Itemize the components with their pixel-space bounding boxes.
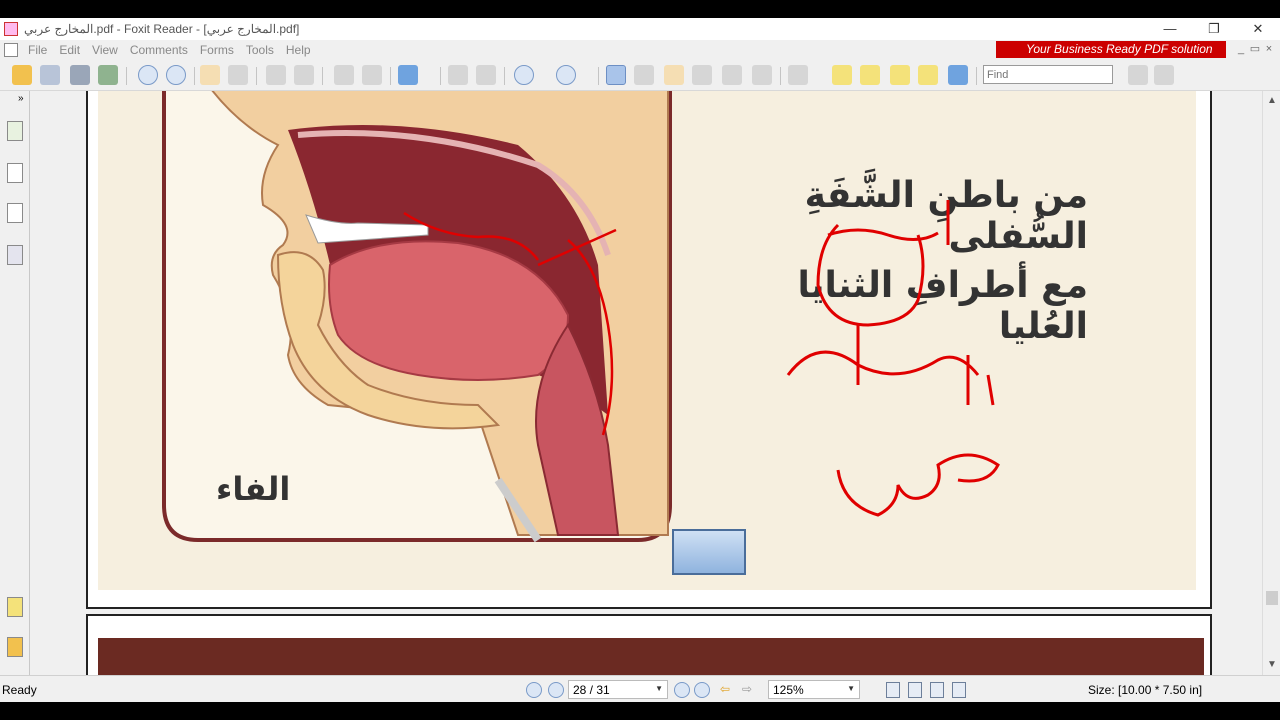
title-bar: المخارج عربي.pdf - Foxit Reader - [المخا… bbox=[0, 18, 1280, 40]
paperclip-icon[interactable] bbox=[7, 637, 23, 657]
fit-page-icon[interactable] bbox=[448, 65, 468, 85]
foxit-app-icon bbox=[4, 22, 18, 36]
typewriter-icon[interactable] bbox=[722, 65, 742, 85]
close-button[interactable]: ✕ bbox=[1236, 18, 1280, 40]
hand-tool-icon[interactable] bbox=[606, 65, 626, 85]
next-page-status-icon[interactable] bbox=[674, 682, 690, 698]
menu-view[interactable]: View bbox=[86, 43, 124, 57]
continuous-facing-layout-icon[interactable] bbox=[952, 682, 966, 698]
select-text-icon[interactable] bbox=[634, 65, 654, 85]
page-number-field[interactable]: 28 / 31 ▼ bbox=[568, 680, 668, 699]
doc-minimize-icon[interactable]: _ bbox=[1234, 40, 1248, 59]
single-page-layout-icon[interactable] bbox=[886, 682, 900, 698]
document-icon bbox=[4, 42, 18, 57]
pencil-annotate-icon[interactable] bbox=[832, 65, 852, 85]
continuous-layout-icon[interactable] bbox=[908, 682, 922, 698]
page-size-text: Size: [10.00 * 7.50 in] bbox=[1088, 683, 1203, 697]
document-viewer[interactable]: الفاء من باطنِ الشَّفَةِ السُّفلى مع أطر… bbox=[30, 91, 1262, 675]
page-29-header-band bbox=[98, 638, 1204, 675]
zoom-value: 125% bbox=[773, 683, 804, 697]
binoculars-search-icon[interactable] bbox=[692, 65, 712, 85]
doc-restore-icon[interactable]: ▭ bbox=[1248, 40, 1262, 59]
arrow-tool-icon[interactable] bbox=[948, 65, 968, 85]
find-next-icon[interactable] bbox=[1154, 65, 1174, 85]
window-title: المخارج عربي.pdf - Foxit Reader - [المخا… bbox=[24, 22, 300, 36]
print-icon[interactable] bbox=[70, 65, 90, 85]
form-tool-icon[interactable] bbox=[788, 65, 808, 85]
first-page-icon[interactable] bbox=[526, 682, 542, 698]
menu-forms[interactable]: Forms bbox=[194, 43, 240, 57]
snapshot-camera-icon[interactable] bbox=[752, 65, 772, 85]
scroll-down-icon[interactable]: ▼ bbox=[1267, 659, 1277, 670]
scroll-up-icon[interactable]: ▲ bbox=[1267, 95, 1277, 106]
last-page-icon[interactable] bbox=[694, 682, 710, 698]
video-letterbox-bottom bbox=[0, 702, 1280, 720]
scrollbar-thumb[interactable] bbox=[1266, 591, 1278, 605]
window-controls: — ❐ ✕ bbox=[1148, 18, 1280, 40]
chevron-down-icon[interactable]: ▼ bbox=[655, 684, 663, 693]
redo-icon[interactable] bbox=[362, 65, 382, 85]
menu-tools[interactable]: Tools bbox=[240, 43, 280, 57]
back-arrow-icon[interactable]: ⇦ bbox=[720, 682, 730, 696]
undo-icon[interactable] bbox=[334, 65, 354, 85]
pdf-page-29 bbox=[86, 614, 1212, 675]
menu-help[interactable]: Help bbox=[280, 43, 317, 57]
minimize-button[interactable]: — bbox=[1148, 18, 1192, 40]
note-edit-icon[interactable] bbox=[860, 65, 880, 85]
page-background: الفاء من باطنِ الشَّفَةِ السُّفلى مع أطر… bbox=[98, 91, 1196, 590]
save-icon[interactable] bbox=[40, 65, 60, 85]
promo-banner[interactable]: Your Business Ready PDF solution bbox=[996, 41, 1226, 58]
vertical-scrollbar[interactable]: ▲ ▼ bbox=[1262, 91, 1280, 675]
menu-edit[interactable]: Edit bbox=[53, 43, 86, 57]
menu-file[interactable]: File bbox=[22, 43, 53, 57]
zoom-out-icon[interactable] bbox=[514, 65, 534, 85]
page-embedded-button[interactable] bbox=[672, 529, 746, 575]
zoom-plus-icon[interactable] bbox=[556, 65, 576, 85]
zoom-in-tool-icon[interactable] bbox=[398, 65, 418, 85]
expand-panel-icon[interactable]: » bbox=[18, 93, 24, 104]
pdf-page-28: الفاء من باطنِ الشَّفَةِ السُّفلى مع أطر… bbox=[86, 91, 1212, 609]
find-previous-icon[interactable] bbox=[1128, 65, 1148, 85]
email-icon[interactable] bbox=[98, 65, 118, 85]
video-letterbox-top bbox=[0, 0, 1280, 18]
layers-icon[interactable] bbox=[7, 203, 23, 223]
next-page-icon[interactable] bbox=[166, 65, 186, 85]
fit-width-icon[interactable] bbox=[476, 65, 496, 85]
chevron-down-icon[interactable]: ▼ bbox=[847, 684, 855, 693]
restore-button[interactable]: ❐ bbox=[1192, 18, 1236, 40]
document-window-controls: _ ▭ × bbox=[1234, 40, 1276, 59]
text-box-icon[interactable] bbox=[890, 65, 910, 85]
navigation-panel: » bbox=[0, 91, 30, 675]
select-annotation-icon[interactable] bbox=[664, 65, 684, 85]
comment-icon[interactable] bbox=[918, 65, 938, 85]
facing-layout-icon[interactable] bbox=[930, 682, 944, 698]
find-input[interactable] bbox=[983, 65, 1113, 84]
handwritten-annotations bbox=[786, 200, 1000, 517]
zoom-level-field[interactable]: 125% ▼ bbox=[768, 680, 860, 699]
forward-arrow-icon[interactable]: ⇨ bbox=[742, 682, 752, 696]
open-folder-icon[interactable] bbox=[12, 65, 32, 85]
page-number-value: 28 / 31 bbox=[573, 683, 610, 697]
status-ready: Ready bbox=[2, 683, 37, 697]
comments-panel-icon[interactable] bbox=[7, 597, 23, 617]
prev-page-icon[interactable] bbox=[548, 682, 564, 698]
previous-page-icon[interactable] bbox=[138, 65, 158, 85]
extract-page-icon[interactable] bbox=[266, 65, 286, 85]
status-bar: Ready 28 / 31 ▼ ⇦ ⇨ 125% ▼ Size: [10.00 … bbox=[0, 675, 1280, 702]
pages-thumbnail-icon[interactable] bbox=[7, 163, 23, 183]
bookmarks-icon[interactable] bbox=[7, 121, 23, 141]
menu-comments[interactable]: Comments bbox=[124, 43, 194, 57]
go-forward-icon[interactable] bbox=[228, 65, 248, 85]
doc-close-icon[interactable]: × bbox=[1262, 40, 1276, 59]
go-back-icon[interactable] bbox=[200, 65, 220, 85]
rotate-view-icon[interactable] bbox=[294, 65, 314, 85]
attachments-panel-icon[interactable] bbox=[7, 245, 23, 265]
